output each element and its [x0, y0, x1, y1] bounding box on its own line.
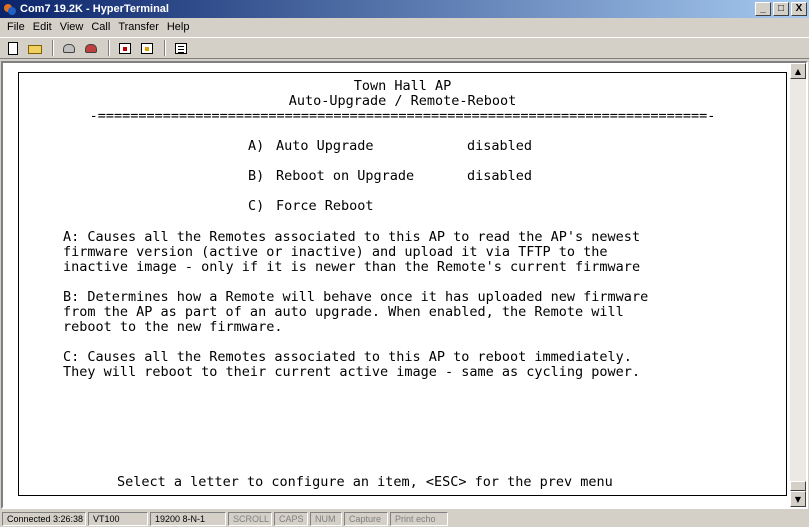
help-b-line: from the AP as part of an auto upgrade. …: [63, 304, 624, 320]
toolbar: [0, 37, 809, 59]
menu-call[interactable]: Call: [87, 21, 114, 33]
receive-icon: [140, 42, 154, 55]
title-bar: Com7 19.2K - HyperTerminal _ □ X: [0, 0, 809, 18]
terminal-window[interactable]: Town Hall AP Auto-Upgrade / Remote-Reboo…: [1, 61, 808, 509]
terminal-screen[interactable]: Town Hall AP Auto-Upgrade / Remote-Reboo…: [18, 72, 787, 496]
arrow-up-icon: ▲: [794, 66, 802, 76]
status-scroll: SCROLL: [228, 511, 272, 526]
status-settings: 19200 8-N-1: [150, 511, 226, 526]
scroll-down-button[interactable]: ▼: [790, 491, 806, 507]
open-button[interactable]: [25, 39, 45, 57]
screen-prompt: Select a letter to configure an item, <E…: [117, 474, 613, 490]
help-c-line: C: Causes all the Remotes associated to …: [63, 349, 632, 365]
disconnect-button[interactable]: [81, 39, 101, 57]
menu-help[interactable]: Help: [163, 21, 194, 33]
scrollbar-thumb[interactable]: [790, 481, 806, 491]
menu-bar: File Edit View Call Transfer Help: [0, 18, 809, 36]
hyperterminal-icon: [3, 2, 17, 16]
menu-transfer[interactable]: Transfer: [114, 21, 163, 33]
menu-view[interactable]: View: [56, 21, 88, 33]
disconnect-icon: [84, 42, 98, 55]
properties-icon: [174, 42, 188, 55]
status-print-echo: Print echo: [390, 511, 448, 526]
status-emulation: VT100: [88, 511, 148, 526]
option-a-label: Auto Upgrade: [276, 138, 374, 154]
new-connection-button[interactable]: [3, 39, 23, 57]
toolbar-separator: [164, 40, 166, 56]
menu-edit[interactable]: Edit: [29, 21, 56, 33]
menu-file[interactable]: File: [3, 21, 29, 33]
status-capture: Capture: [344, 511, 388, 526]
send-icon: [118, 42, 132, 55]
status-bar: Connected 3:26:38 VT100 19200 8-N-1 SCRO…: [0, 510, 809, 527]
open-icon: [28, 42, 42, 55]
help-a-line: firmware version (active or inactive) an…: [63, 244, 608, 260]
option-b-key: B): [248, 168, 265, 184]
toolbar-separator: [108, 40, 110, 56]
help-b-line: B: Determines how a Remote will behave o…: [63, 289, 649, 305]
connect-icon: [62, 42, 76, 55]
new-connection-icon: [6, 41, 20, 55]
option-a-key: A): [248, 138, 265, 154]
status-num: NUM: [310, 511, 342, 526]
properties-button[interactable]: [171, 39, 191, 57]
option-c-key: C): [248, 198, 265, 214]
receive-button[interactable]: [137, 39, 157, 57]
status-caps: CAPS: [274, 511, 308, 526]
help-a-line: A: Causes all the Remotes associated to …: [63, 229, 641, 245]
option-a-value: disabled: [467, 138, 533, 154]
screen-title: Town Hall AP: [353, 78, 452, 94]
toolbar-separator: [52, 40, 54, 56]
connect-button[interactable]: [59, 39, 79, 57]
close-button[interactable]: X: [791, 2, 807, 16]
scroll-up-button[interactable]: ▲: [790, 63, 806, 79]
window-title: Com7 19.2K - HyperTerminal: [20, 3, 169, 15]
help-a-line: inactive image - only if it is newer tha…: [63, 259, 641, 275]
option-b-value: disabled: [467, 168, 533, 184]
screen-subtitle: Auto-Upgrade / Remote-Reboot: [288, 93, 517, 109]
arrow-down-icon: ▼: [794, 494, 802, 504]
maximize-button[interactable]: □: [773, 2, 789, 16]
option-b-label: Reboot on Upgrade: [276, 168, 415, 184]
screen-divider: -=======================================…: [89, 108, 716, 124]
send-button[interactable]: [115, 39, 135, 57]
help-c-line: They will reboot to their current active…: [63, 364, 641, 380]
help-b-line: reboot to the new firmware.: [63, 319, 283, 335]
minimize-button[interactable]: _: [755, 2, 771, 16]
status-connected: Connected 3:26:38: [2, 511, 86, 526]
option-c-label: Force Reboot: [276, 198, 374, 214]
vertical-scrollbar[interactable]: ▲ ▼: [790, 63, 806, 507]
